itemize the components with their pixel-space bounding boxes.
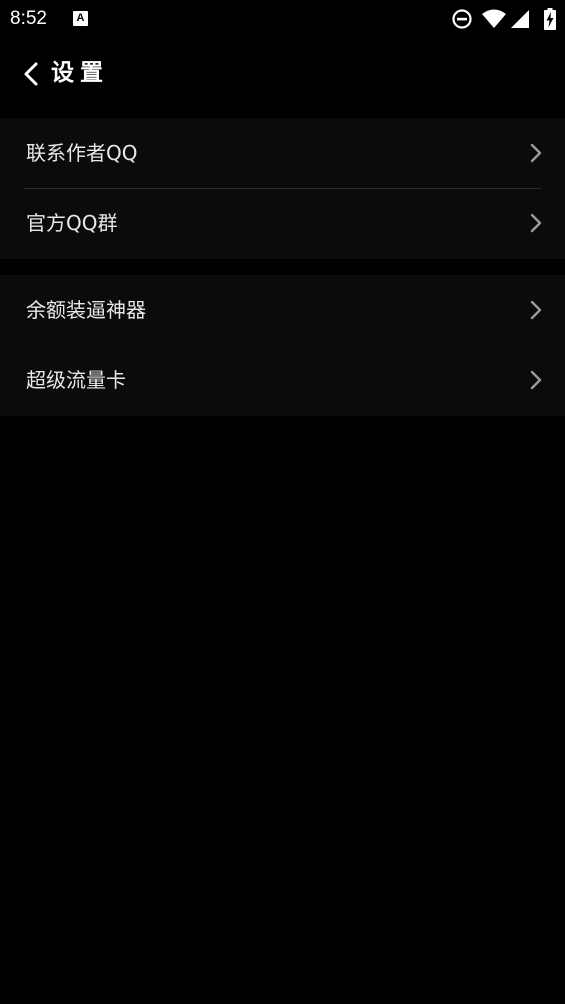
chevron-right-icon bbox=[530, 213, 542, 233]
app-notification-letter: A bbox=[76, 12, 85, 24]
page-title: 设置 bbox=[51, 60, 109, 86]
chevron-right-icon bbox=[530, 300, 542, 320]
settings-group-tools: 余额装逼神器 超级流量卡 bbox=[0, 275, 565, 416]
list-item-label: 超级流量卡 bbox=[26, 368, 126, 392]
dnd-icon bbox=[452, 9, 472, 29]
wifi-icon bbox=[482, 9, 506, 28]
list-item-contact-author-qq[interactable]: 联系作者QQ bbox=[0, 118, 565, 189]
chevron-right-icon bbox=[530, 143, 542, 163]
chevron-right-icon bbox=[530, 370, 542, 390]
status-time: 8:52 bbox=[10, 8, 47, 29]
list-item-super-data-card[interactable]: 超级流量卡 bbox=[0, 345, 565, 416]
list-item-label: 联系作者QQ bbox=[26, 141, 138, 165]
list-item-official-qq-group[interactable]: 官方QQ群 bbox=[0, 188, 565, 259]
list-item-label: 余额装逼神器 bbox=[26, 298, 146, 322]
back-button[interactable] bbox=[14, 56, 50, 92]
list-item-balance-tool[interactable]: 余额装逼神器 bbox=[0, 275, 565, 345]
header: 设置 bbox=[0, 38, 565, 108]
cell-signal-icon bbox=[511, 10, 529, 28]
status-icons bbox=[451, 7, 559, 31]
battery-charging-icon bbox=[544, 8, 556, 30]
settings-group-contact: 联系作者QQ 官方QQ群 bbox=[0, 118, 565, 259]
list-item-label: 官方QQ群 bbox=[26, 211, 118, 235]
chevron-left-icon bbox=[24, 62, 38, 86]
status-bar: 8:52 A bbox=[0, 0, 565, 38]
app-notification-icon: A bbox=[73, 11, 88, 26]
